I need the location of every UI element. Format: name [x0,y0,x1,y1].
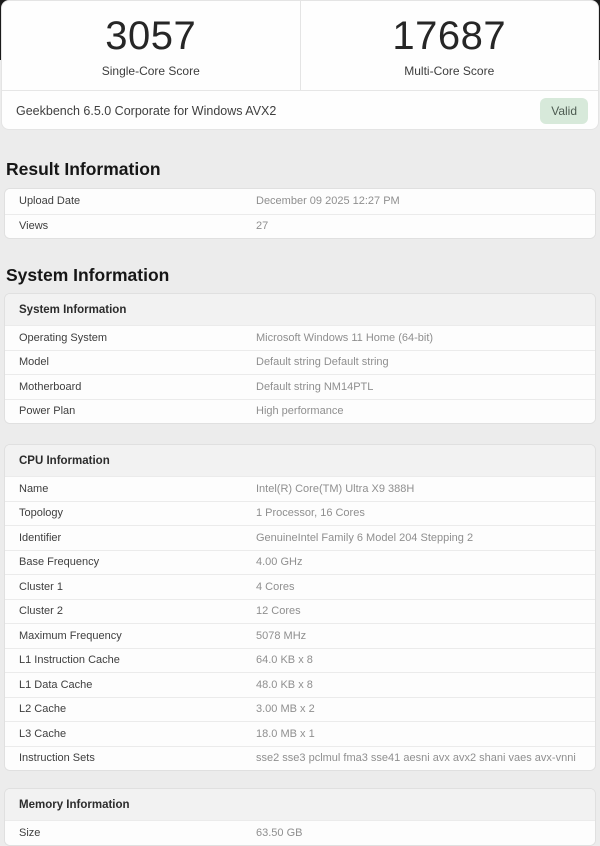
row-value: 4.00 GHz [256,556,303,569]
result-information-table: Upload Date December 09 2025 12:27 PM Vi… [4,188,596,239]
table-row: Cluster 1 4 Cores [5,574,595,599]
row-label: Maximum Frequency [19,629,122,642]
table-row: Identifier GenuineIntel Family 6 Model 2… [5,525,595,550]
row-label: Name [19,482,49,495]
page-body: Result Information Upload Date December … [0,130,600,846]
table-row: L3 Cache 18.0 MB x 1 [5,721,595,746]
row-label: Topology [19,507,64,520]
benchmark-title-bar: Geekbench 6.5.0 Corporate for Windows AV… [2,91,598,130]
row-label: Operating System [19,331,108,344]
system-information-table: System Information Operating System Micr… [4,293,596,424]
row-value: 63.50 GB [256,826,303,839]
row-label: L1 Instruction Cache [19,654,120,667]
table-row: Power Plan High performance [5,398,595,423]
row-label: L3 Cache [19,727,67,740]
row-value: Intel(R) Core(TM) Ultra X9 388H [256,482,415,495]
table-row: Name Intel(R) Core(TM) Ultra X9 388H [5,476,595,501]
row-value: 1 Processor, 16 Cores [256,507,365,520]
row-value: 48.0 KB x 8 [256,678,313,691]
table-row: Topology 1 Processor, 16 Cores [5,500,595,525]
table-row: Cluster 2 12 Cores [5,598,595,623]
table-row: Views 27 [5,213,595,238]
row-label: Base Frequency [19,556,100,569]
table-row: Instruction Sets sse2 sse3 pclmul fma3 s… [5,745,595,770]
row-label: Power Plan [19,405,76,418]
single-core-score-cell: 3057 Single-Core Score [2,1,301,90]
table-row: Size 63.50 GB [5,820,595,845]
row-value: High performance [256,405,344,418]
row-value: Default string NM14PTL [256,380,374,393]
row-value: 12 Cores [256,605,301,618]
single-core-score-label: Single-Core Score [101,64,200,78]
row-value: 18.0 MB x 1 [256,727,315,740]
table-row: Operating System Microsoft Windows 11 Ho… [5,325,595,350]
table-row: L1 Instruction Cache 64.0 KB x 8 [5,647,595,672]
top-backdrop: 3057 Single-Core Score 17687 Multi-Core … [0,0,600,130]
valid-badge: Valid [540,97,588,124]
table-row: Maximum Frequency 5078 MHz [5,623,595,648]
benchmark-version-title: Geekbench 6.5.0 Corporate for Windows AV… [16,103,277,118]
table-header: Memory Information [5,789,595,820]
row-label: Cluster 2 [19,605,64,618]
system-information-heading: System Information [6,265,170,285]
row-value: 27 [256,220,269,233]
row-value: 64.0 KB x 8 [256,654,313,667]
result-information-heading: Result Information [6,159,161,179]
row-value: Default string Default string [256,356,389,369]
row-value: 4 Cores [256,580,295,593]
multi-core-score-value: 17687 [392,14,507,58]
row-label: Upload Date [19,195,81,208]
row-label: L1 Data Cache [19,678,93,691]
row-label: Identifier [19,531,62,544]
row-label: Instruction Sets [19,752,95,765]
row-label: Motherboard [19,380,82,393]
row-value: GenuineIntel Family 6 Model 204 Stepping… [256,531,474,544]
row-label: L2 Cache [19,703,67,716]
table-header: System Information [5,294,595,325]
table-row: L1 Data Cache 48.0 KB x 8 [5,672,595,697]
row-value: 3.00 MB x 2 [256,703,315,716]
row-value: 5078 MHz [256,629,307,642]
table-row: L2 Cache 3.00 MB x 2 [5,696,595,721]
row-label: Views [19,220,49,233]
row-label: Size [19,826,41,839]
score-row: 3057 Single-Core Score 17687 Multi-Core … [2,1,598,91]
single-core-score-value: 3057 [105,14,197,58]
table-row: Motherboard Default string NM14PTL [5,374,595,399]
table-row: Upload Date December 09 2025 12:27 PM [5,189,595,214]
score-summary-card: 3057 Single-Core Score 17687 Multi-Core … [1,0,599,130]
row-label: Model [19,356,49,369]
row-label: Cluster 1 [19,580,64,593]
cpu-information-table: CPU Information Name Intel(R) Core(TM) U… [4,444,596,771]
memory-information-table: Memory Information Size 63.50 GB [4,788,596,846]
row-value: sse2 sse3 pclmul fma3 sse41 aesni avx av… [256,752,576,765]
row-value: Microsoft Windows 11 Home (64-bit) [256,331,434,344]
table-row: Model Default string Default string [5,349,595,374]
multi-core-score-cell: 17687 Multi-Core Score [301,1,599,90]
row-value: December 09 2025 12:27 PM [256,195,400,208]
table-header: CPU Information [5,445,595,476]
table-row: Base Frequency 4.00 GHz [5,549,595,574]
multi-core-score-label: Multi-Core Score [404,64,495,78]
